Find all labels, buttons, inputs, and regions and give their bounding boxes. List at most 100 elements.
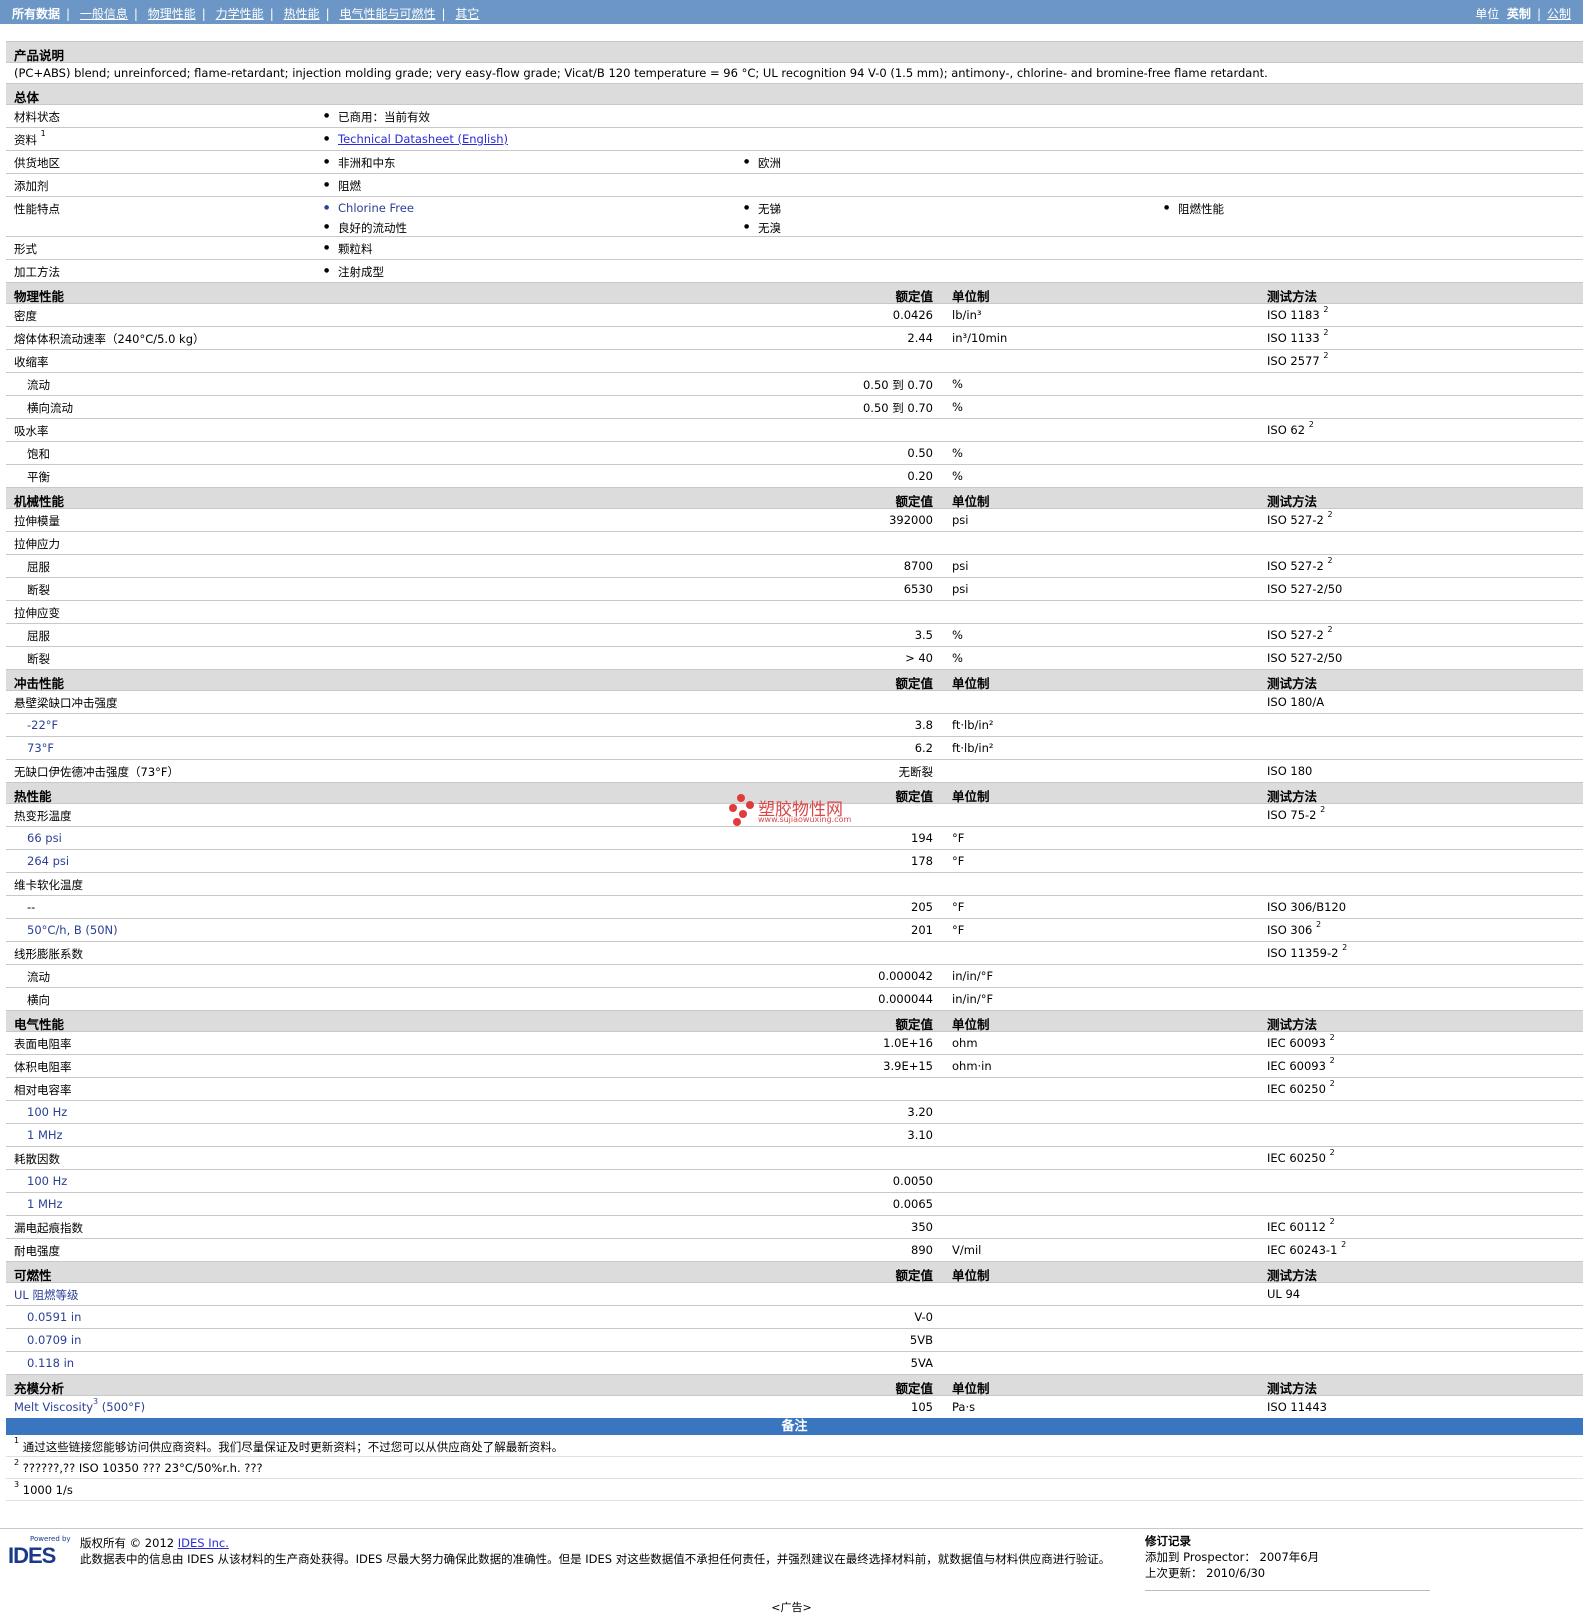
property-label: 1 MHz [27, 1197, 63, 1211]
test-method: IEC 60250 2 [1267, 1148, 1335, 1165]
property-unit: °F [952, 900, 965, 914]
property-row: 漏电起痕指数 350 IEC 60112 2 [6, 1215, 1583, 1238]
property-sections: 物理性能 额定值 单位制 测试方法 密度 0.0426 lb/in³ ISO 1183 2 熔体… [6, 282, 1583, 1418]
unit-imperial[interactable]: 英制 [1507, 7, 1531, 21]
section-header: 冲击性能 额定值 单位制 测试方法 [6, 669, 1583, 691]
unit-switcher: 单位 英制 | 公制 [1475, 7, 1571, 21]
disclaimer: 此数据表中的信息由 IDES 从该材料的生产商处获得。IDES 尽最大努力确保此… [80, 1552, 1111, 1566]
property-row: 悬壁梁缺口冲击强度 ISO 180/A [6, 690, 1583, 713]
property-label: 0.118 in [27, 1356, 75, 1370]
property-row: 1 MHz 3.10 [6, 1123, 1583, 1146]
tab-all-data[interactable]: 所有数据 [12, 7, 60, 21]
tab-mechanical[interactable]: 力学性能 [216, 7, 264, 21]
property-value: 201 [911, 923, 933, 937]
property-label: 收缩率 [14, 355, 49, 369]
property-value: 6530 [903, 582, 933, 596]
property-row: 表面电阻率 1.0E+16 ohm IEC 60093 2 [6, 1031, 1583, 1054]
property-label: 流动 [27, 970, 50, 984]
datasheet: 产品说明 (PC+ABS) blend; unreinforced; flame… [6, 41, 1583, 1501]
tab-other[interactable]: 其它 [455, 7, 479, 21]
property-label: 熔体体积流动速率（240°C/5.0 kg） [14, 332, 205, 346]
property-unit: °F [952, 854, 965, 868]
units-label: 单位 [1475, 7, 1500, 21]
property-unit: % [952, 377, 963, 391]
property-value: 无断裂 [898, 765, 934, 779]
property-row: 73°F 6.2 ft·lb/in² [6, 736, 1583, 759]
property-label: 屈服 [27, 560, 50, 574]
property-label: Melt Viscosity3 (500°F) [14, 1397, 146, 1414]
property-row: 66 psi 194 °F [6, 826, 1583, 849]
tab-general-info[interactable]: 一般信息 [80, 7, 128, 21]
test-method: ISO 62 2 [1267, 420, 1314, 437]
property-value: 0.000042 [878, 969, 933, 983]
property-label: 1 MHz [27, 1128, 63, 1142]
copyright: 版权所有 © 2012 IDES Inc. [80, 1536, 229, 1550]
property-row: 维卡软化温度 [6, 872, 1583, 895]
property-label: 73°F [27, 741, 54, 755]
property-label: 维卡软化温度 [14, 878, 83, 892]
property-row: 264 psi 178 °F [6, 849, 1583, 872]
property-unit: psi [952, 513, 969, 527]
property-label: -22°F [27, 718, 59, 732]
property-row: 无缺口伊佐德冲击强度（73°F） 无断裂 ISO 180 [6, 759, 1583, 782]
watermark: 塑胶物性网 www.sujiaowuxing.com [728, 793, 878, 827]
general-row-form: 形式 颗粒料 [6, 236, 1583, 259]
ides-link[interactable]: IDES Inc. [178, 1536, 229, 1550]
unit-metric-link[interactable]: 公制 [1547, 7, 1571, 21]
tab-thermal[interactable]: 热性能 [284, 7, 320, 21]
property-label: 断裂 [27, 652, 50, 666]
property-value: 1.0E+16 [883, 1036, 933, 1050]
property-value: 0.20 [907, 469, 933, 483]
property-row: 1 MHz 0.0065 [6, 1192, 1583, 1215]
property-row: 饱和 0.50% [6, 441, 1583, 464]
property-value: 105 [911, 1400, 933, 1414]
tab-electrical-flammability[interactable]: 电气性能与可燃性 [339, 7, 435, 21]
property-row: UL 阻燃等级 UL 94 [6, 1282, 1583, 1305]
property-label: 0.0591 in [27, 1310, 82, 1324]
property-row: Melt Viscosity3 (500°F) 105 Pa·s ISO 11443 [6, 1395, 1583, 1418]
property-row: 熔体体积流动速率（240°C/5.0 kg） 2.44 in³/10min ISO 1… [6, 326, 1583, 349]
property-value: 194 [911, 831, 933, 845]
property-value: 3.20 [907, 1105, 933, 1119]
property-unit: ohm [952, 1036, 978, 1050]
property-value: 5VB [909, 1333, 933, 1347]
property-row: 拉伸模量 392000 psi ISO 527-2 2 [6, 508, 1583, 531]
test-method: ISO 75-2 2 [1267, 805, 1326, 822]
test-method: ISO 527-2 2 [1267, 625, 1333, 642]
property-label: 横向 [27, 993, 50, 1007]
property-row: 屈服 3.5% ISO 527-2 2 [6, 623, 1583, 646]
section-header: 充模分析 额定值 单位制 测试方法 [6, 1374, 1583, 1396]
property-row: 断裂 6530 psi ISO 527-2/50 [6, 577, 1583, 600]
property-value: 0.0065 [892, 1197, 933, 1211]
notes-bar: 备注 [6, 1418, 1583, 1435]
property-row: 平衡 0.20% [6, 464, 1583, 487]
test-method: ISO 2577 2 [1267, 351, 1329, 368]
property-label: 体积电阻率 [14, 1060, 72, 1074]
property-label: UL 阻燃等级 [14, 1288, 79, 1302]
test-method: IEC 60093 2 [1267, 1056, 1335, 1073]
property-label: 拉伸应力 [14, 537, 60, 551]
test-method: ISO 11443 [1267, 1400, 1327, 1414]
note-item: 2 ??????,?? ISO 10350 ??? 23°C/50%r.h. ?… [6, 1457, 1583, 1479]
property-unit: lb/in³ [952, 308, 982, 322]
ides-logo: Powered by IDES [8, 1535, 71, 1568]
tab-physical[interactable]: 物理性能 [148, 7, 196, 21]
property-value: 0.0050 [892, 1174, 933, 1188]
property-row: 耐电强度 890 V/mil IEC 60243-1 2 [6, 1238, 1583, 1261]
property-value: 3.10 [907, 1128, 933, 1142]
technical-datasheet-link[interactable]: Technical Datasheet (English) [338, 132, 508, 146]
property-label: 100 Hz [27, 1174, 68, 1188]
property-row: 相对电容率 IEC 60250 2 [6, 1077, 1583, 1100]
property-label: 饱和 [27, 447, 50, 461]
watermark-url: www.sujiaowuxing.com [758, 815, 852, 824]
test-method: ISO 180 [1267, 764, 1313, 778]
property-value: 3.8 [914, 718, 933, 732]
property-value: 0.50 到 0.70 [862, 401, 933, 415]
nav-tabs: 所有数据 | 一般信息 | 物理性能 | 力学性能 | 热性能 | 电气性能与可燃性 | 其… [12, 7, 480, 21]
test-method: UL 94 [1267, 1287, 1301, 1301]
property-unit: % [952, 628, 963, 642]
property-unit: ft·lb/in² [952, 718, 994, 732]
test-method: ISO 527-2/50 [1267, 582, 1343, 596]
property-row: 拉伸应变 [6, 600, 1583, 623]
property-label: 断裂 [27, 583, 50, 597]
